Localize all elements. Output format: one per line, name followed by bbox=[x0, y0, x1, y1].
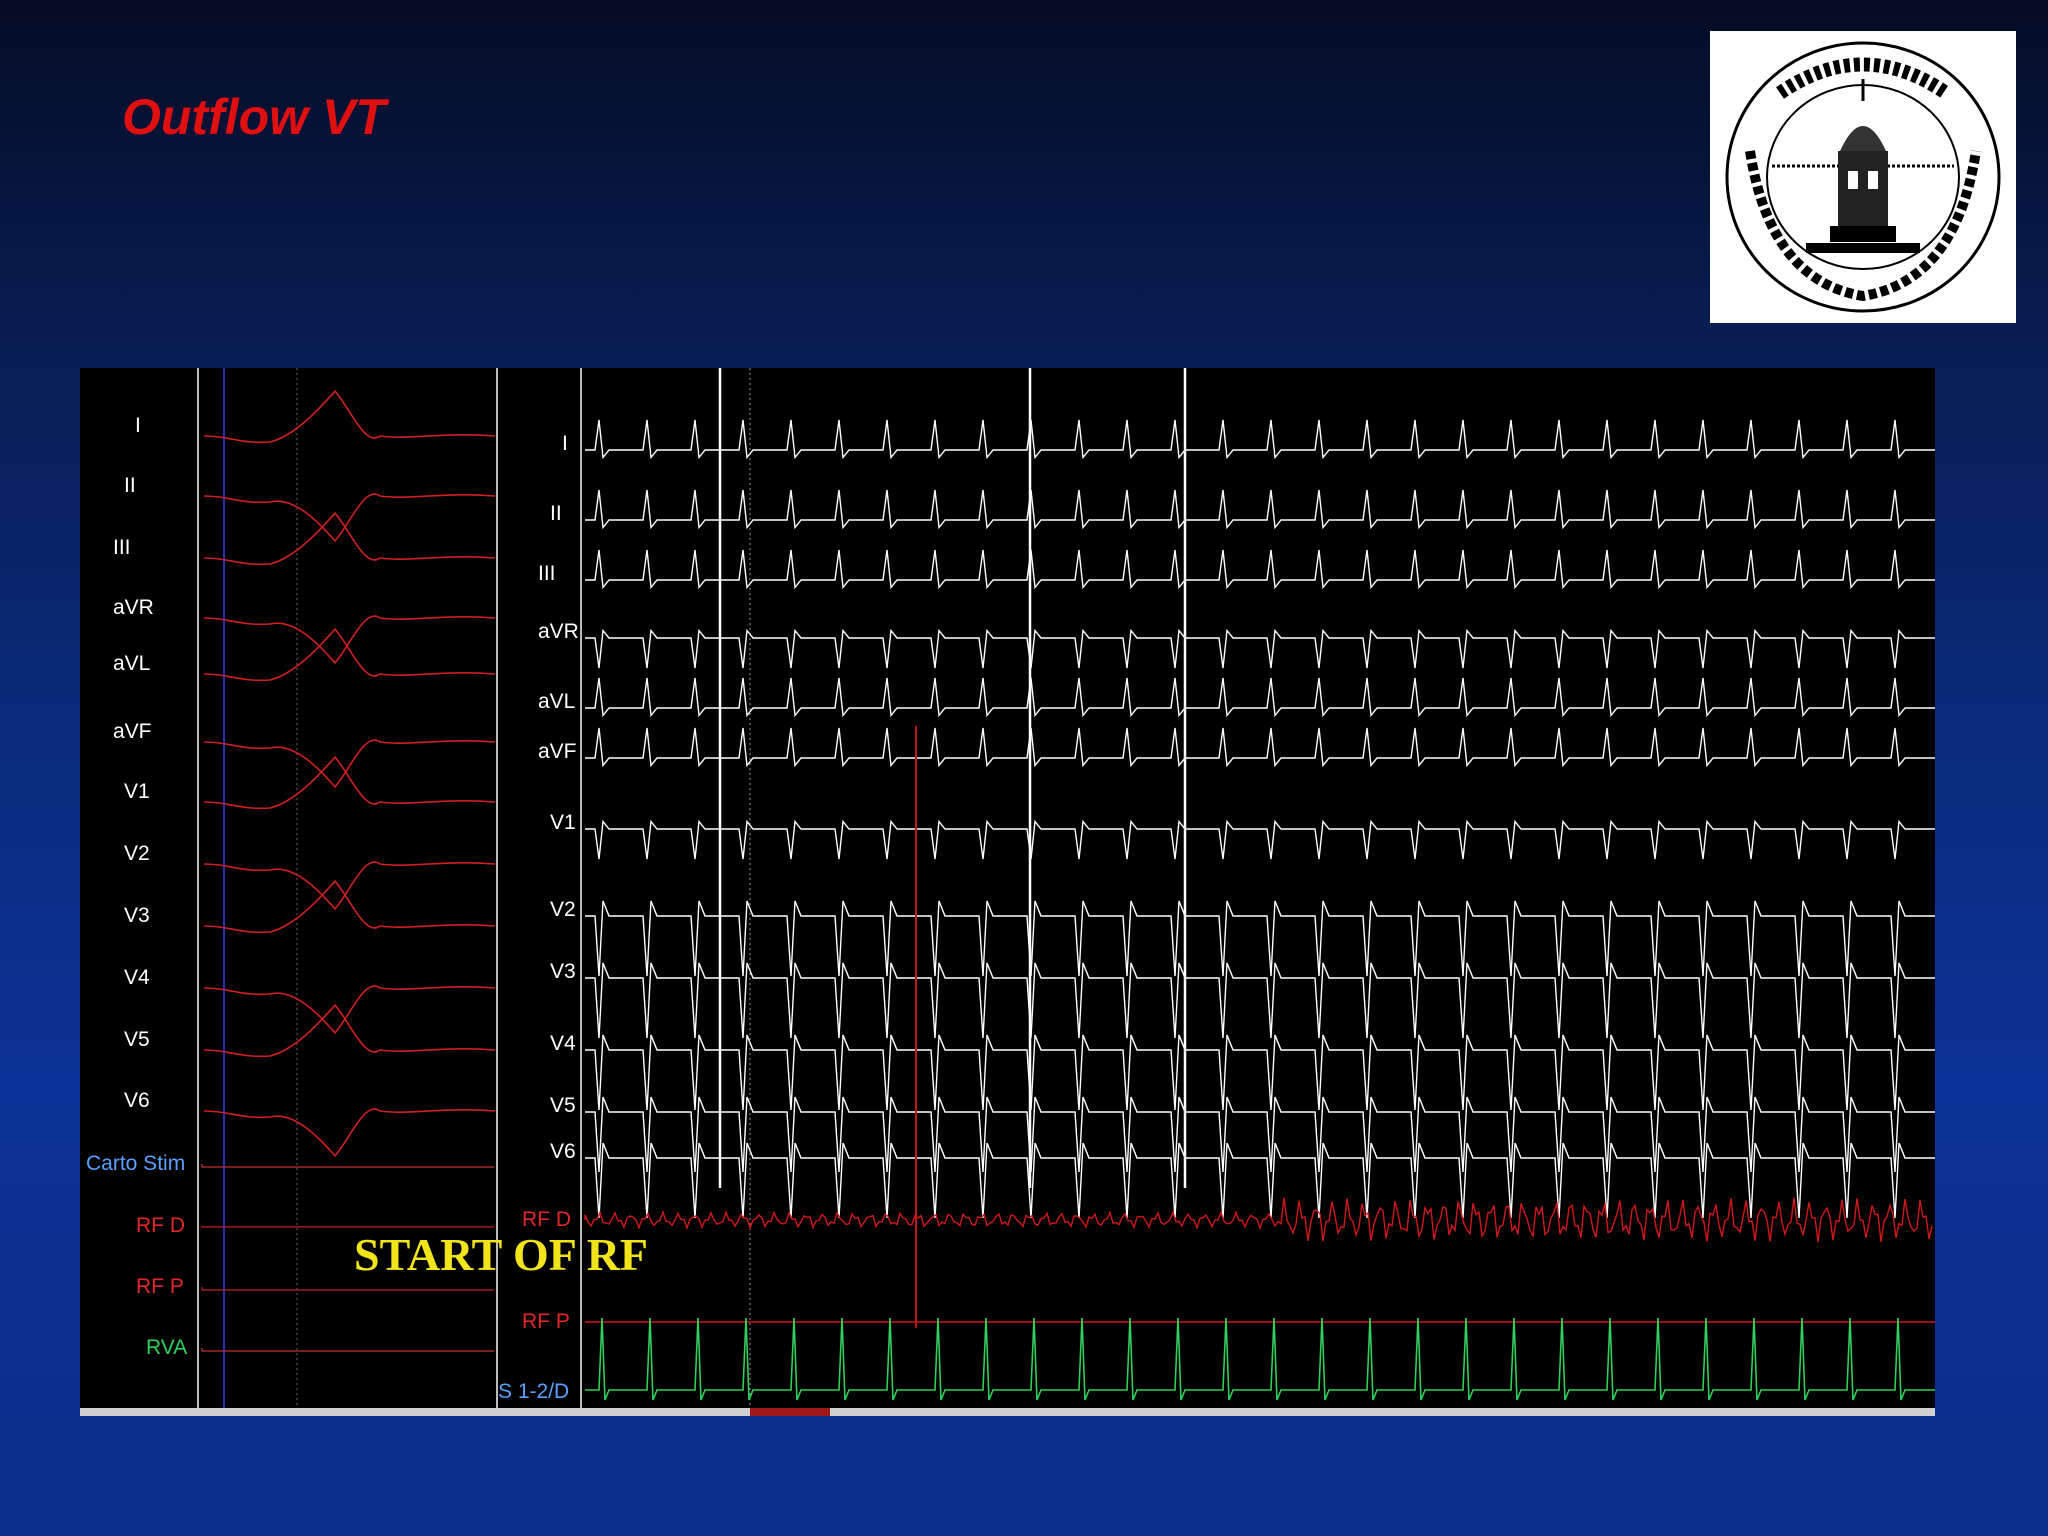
left-channel-trace bbox=[201, 1226, 494, 1228]
slide-title: Outflow VT bbox=[122, 89, 386, 145]
department-logo bbox=[1710, 31, 2016, 323]
logo-seal bbox=[1725, 41, 2001, 313]
right-lead-label: aVF bbox=[538, 740, 577, 763]
rva-label: RVA bbox=[146, 1336, 188, 1359]
right-lead-label: V1 bbox=[550, 811, 576, 834]
ecg-lead-trace bbox=[585, 727, 1935, 768]
stim-label: S 1-2/D bbox=[498, 1380, 570, 1403]
left-channel-trace bbox=[201, 1164, 494, 1168]
rf-d-trace bbox=[584, 1197, 1933, 1243]
ecg-lead-trace bbox=[585, 819, 1935, 860]
left-channel-trace bbox=[201, 1287, 494, 1291]
left-lead-label: V2 bbox=[124, 842, 150, 865]
right-lead-label: V2 bbox=[550, 898, 576, 921]
carto-stim-label: Carto Stim bbox=[86, 1152, 186, 1175]
ecg-lead-trace bbox=[585, 962, 1935, 1039]
left-lead-label: V1 bbox=[124, 780, 150, 803]
ecg-lead-trace bbox=[585, 677, 1935, 718]
right-lead-label: V3 bbox=[550, 960, 576, 983]
left-channel-trace bbox=[201, 1348, 494, 1352]
ecg-lead-trace bbox=[585, 1034, 1935, 1111]
right-lead-label: aVR bbox=[538, 620, 579, 643]
template-trace bbox=[203, 627, 496, 682]
template-trace bbox=[203, 739, 496, 789]
template-trace bbox=[203, 1108, 496, 1158]
right-lead-label: V5 bbox=[550, 1094, 576, 1117]
selection-marker bbox=[750, 1408, 830, 1416]
ecg-lead-trace bbox=[585, 628, 1935, 669]
left-lead-label: V4 bbox=[124, 966, 150, 989]
left-lead-label: I bbox=[135, 414, 141, 437]
rva-trace bbox=[585, 1317, 1935, 1401]
right-lead-label: V4 bbox=[550, 1032, 576, 1055]
ecg-lead-trace bbox=[585, 900, 1935, 977]
left-lead-label: V5 bbox=[124, 1028, 150, 1051]
left-lead-label: II bbox=[124, 474, 136, 497]
ecg-lead-trace bbox=[585, 489, 1935, 530]
right-lead-label: III bbox=[538, 562, 556, 585]
right-rf-p-label: RF P bbox=[522, 1310, 570, 1333]
template-trace bbox=[203, 615, 496, 665]
right-lead-label: II bbox=[550, 502, 562, 525]
right-lead-label: aVL bbox=[538, 690, 576, 713]
left-lead-label: aVR bbox=[113, 596, 154, 619]
ecg-lead-trace bbox=[585, 549, 1935, 590]
template-trace bbox=[203, 389, 496, 444]
ecg-lead-trace bbox=[585, 419, 1935, 460]
left-rf-p-label: RF P bbox=[136, 1275, 184, 1298]
left-lead-label: III bbox=[113, 536, 131, 559]
start-of-rf-annotation: START OF RF bbox=[354, 1229, 649, 1280]
left-lead-label: V3 bbox=[124, 904, 150, 927]
right-lead-label: V6 bbox=[550, 1140, 576, 1163]
left-rf-d-label: RF D bbox=[136, 1214, 185, 1237]
left-lead-label: V6 bbox=[124, 1089, 150, 1112]
time-scale-strip bbox=[80, 1408, 1935, 1416]
left-lead-label: aVF bbox=[113, 720, 152, 743]
right-lead-label: I bbox=[562, 432, 568, 455]
left-lead-label: aVL bbox=[113, 652, 151, 675]
